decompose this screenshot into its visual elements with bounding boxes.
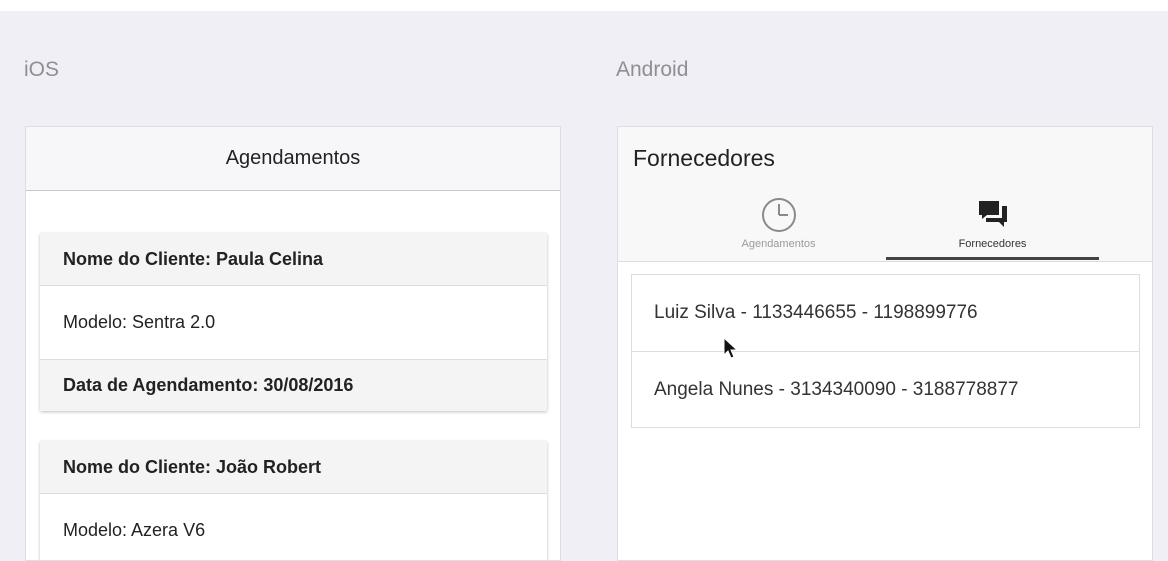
android-device-panel: Fornecedores Agendamentos Fornecedores L… (617, 126, 1153, 561)
list-item[interactable]: Angela Nunes - 3134340090 - 3188778877 (632, 351, 1139, 427)
tab-label: Fornecedores (958, 238, 1027, 250)
android-platform-label: Android (616, 58, 689, 81)
card-client-name: Nome do Cliente: Paula Celina (63, 248, 324, 269)
clock-icon (759, 195, 799, 240)
ios-navbar: Agendamentos (26, 127, 560, 191)
supplier-list: Luiz Silva - 1133446655 - 1198899776 Ang… (631, 274, 1140, 428)
card-client-name: Nome do Cliente: João Robert (63, 456, 322, 477)
card-client-row: Nome do Cliente: João Robert (40, 441, 547, 493)
card-model: Modelo: Azera V6 (63, 520, 206, 540)
card-client-row: Nome do Cliente: Paula Celina (40, 233, 547, 285)
tab-fornecedores[interactable]: Fornecedores (886, 191, 1099, 261)
card-model-row: Modelo: Sentra 2.0 (40, 285, 547, 359)
android-title: Fornecedores (633, 145, 775, 171)
tab-agendamentos[interactable]: Agendamentos (672, 191, 885, 261)
appointment-card[interactable]: Nome do Cliente: Paula Celina Modelo: Se… (40, 233, 547, 411)
tab-active-indicator (886, 257, 1099, 260)
card-model: Modelo: Sentra 2.0 (63, 312, 216, 332)
android-app-bar: Fornecedores Agendamentos Fornecedores (618, 127, 1152, 262)
tab-label: Agendamentos (741, 238, 816, 250)
card-date: Data de Agendamento: 30/08/2016 (63, 375, 354, 395)
list-item[interactable]: Luiz Silva - 1133446655 - 1198899776 (632, 275, 1139, 351)
supplier-text: Angela Nunes - 3134340090 - 3188778877 (654, 378, 1019, 400)
ios-platform-label: iOS (24, 58, 60, 81)
card-model-row: Modelo: Azera V6 (40, 493, 547, 560)
chat-bubbles-icon (973, 195, 1013, 240)
mouse-cursor-icon (723, 336, 739, 366)
supplier-text: Luiz Silva - 1133446655 - 1198899776 (654, 302, 978, 323)
card-date-row: Data de Agendamento: 30/08/2016 (40, 359, 547, 411)
ios-device-panel: Agendamentos Nome do Cliente: Paula Celi… (25, 126, 561, 561)
appointment-card[interactable]: Nome do Cliente: João Robert Modelo: Aze… (40, 441, 547, 560)
ios-nav-title: Agendamentos (225, 147, 361, 169)
